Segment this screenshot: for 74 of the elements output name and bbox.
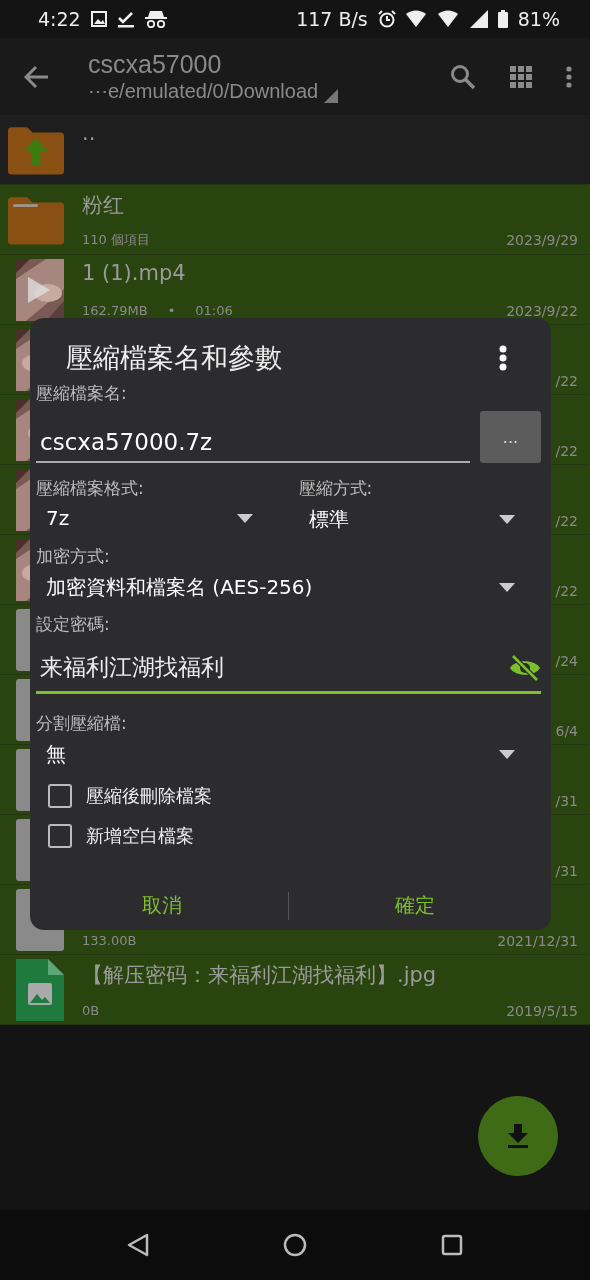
eye-off-icon[interactable] bbox=[509, 653, 541, 682]
file-row[interactable]: .. bbox=[0, 115, 590, 185]
image-icon bbox=[90, 11, 107, 27]
file-date: 2023/9/22 bbox=[506, 302, 578, 319]
image-file-icon bbox=[16, 958, 64, 1021]
back-icon[interactable] bbox=[127, 1233, 149, 1257]
battery-icon bbox=[497, 10, 508, 28]
encryption-dropdown[interactable]: 加密資料和檔案名 (AES-256) bbox=[36, 568, 541, 607]
file-name: 【解压密码：来福利江湖找福利】.jpg bbox=[82, 961, 438, 989]
file-date: /31 bbox=[555, 792, 578, 809]
battery-percent: 81% bbox=[517, 8, 560, 30]
file-detail: 162.79MB bbox=[82, 303, 148, 318]
dropdown-corner-icon[interactable] bbox=[324, 89, 339, 103]
home-icon[interactable] bbox=[283, 1233, 307, 1257]
alarm-icon bbox=[377, 10, 396, 28]
checkbox[interactable] bbox=[48, 784, 72, 808]
file-date: /31 bbox=[555, 862, 578, 879]
field-label: 分割壓縮檔: bbox=[36, 712, 128, 735]
file-name: 粉红 bbox=[82, 191, 125, 219]
file-date: 6/4 bbox=[555, 722, 578, 739]
video-duration: 01:06 bbox=[195, 303, 233, 318]
checkbox-label: 壓縮後刪除檔案 bbox=[86, 784, 212, 808]
file-date: /22 bbox=[555, 442, 578, 459]
confirm-button[interactable]: 確定 bbox=[289, 882, 541, 929]
dialog-title: 壓縮檔案名和參數 bbox=[66, 341, 283, 375]
download-icon bbox=[507, 1124, 529, 1148]
field-label: 壓縮方式: bbox=[298, 477, 374, 500]
file-date: /24 bbox=[555, 652, 578, 669]
clock-time: 4:22 bbox=[38, 8, 81, 30]
checkbox-label: 新增空白檔案 bbox=[86, 824, 194, 848]
folder-path[interactable]: ⋯e/emulated/0/Download bbox=[88, 79, 319, 103]
checkbox[interactable] bbox=[48, 824, 72, 848]
dropdown-caret-icon bbox=[236, 513, 253, 523]
search-icon[interactable] bbox=[450, 63, 476, 90]
split-dropdown[interactable]: 無 bbox=[36, 735, 541, 774]
back-arrow-icon[interactable] bbox=[24, 64, 50, 89]
file-name: .. bbox=[82, 120, 97, 145]
file-date: /22 bbox=[555, 372, 578, 389]
network-speed: 117 B/s bbox=[296, 8, 368, 30]
separator-dot: • bbox=[167, 303, 176, 318]
file-detail: 0B bbox=[82, 1003, 100, 1018]
file-date: /22 bbox=[555, 582, 578, 599]
folder-title: cscxa57000 bbox=[88, 50, 223, 79]
archive-name-field[interactable]: cscxa57000.7z bbox=[36, 423, 470, 463]
grid-view-icon[interactable] bbox=[510, 65, 532, 88]
download-done-icon bbox=[116, 10, 135, 28]
method-dropdown[interactable]: 標準 bbox=[298, 500, 541, 539]
dropdown-caret-icon bbox=[499, 515, 515, 524]
cancel-button[interactable]: 取消 bbox=[36, 882, 288, 929]
file-row[interactable]: 1 (1).mp4 162.79MB • 01:06 2023/9/22 bbox=[0, 255, 590, 325]
file-detail: 133.00B bbox=[82, 933, 137, 948]
file-detail: 110 個項目 bbox=[82, 230, 150, 249]
file-row[interactable]: 粉红 110 個項目 2023/9/29 bbox=[0, 185, 590, 255]
file-date: 2023/9/29 bbox=[506, 231, 578, 248]
file-date: /22 bbox=[555, 512, 578, 529]
format-dropdown[interactable]: 7z bbox=[36, 500, 279, 536]
file-date: 2019/5/15 bbox=[506, 1002, 578, 1019]
wifi-icon bbox=[405, 10, 428, 28]
more-options-icon[interactable] bbox=[499, 345, 507, 371]
field-label: 加密方式: bbox=[36, 545, 111, 568]
field-label: 壓縮檔案格式: bbox=[36, 477, 145, 500]
recents-icon[interactable] bbox=[441, 1234, 463, 1256]
field-label: 壓縮檔案名: bbox=[36, 382, 128, 405]
signal-icon bbox=[469, 10, 488, 28]
incognito-icon bbox=[144, 10, 167, 28]
password-field[interactable]: 来福利江湖找福利 bbox=[36, 644, 541, 694]
wifi-icon bbox=[437, 10, 460, 28]
dropdown-caret-icon bbox=[499, 583, 515, 592]
file-name: 1 (1).mp4 bbox=[82, 260, 187, 285]
browse-button[interactable]: ... bbox=[480, 411, 541, 463]
field-label: 設定密碼: bbox=[36, 613, 111, 636]
dropdown-caret-icon bbox=[499, 750, 515, 759]
file-date: 2021/12/31 bbox=[497, 932, 578, 949]
file-row[interactable]: 【解压密码：来福利江湖找福利】.jpg 0B 2019/5/15 bbox=[0, 955, 590, 1025]
